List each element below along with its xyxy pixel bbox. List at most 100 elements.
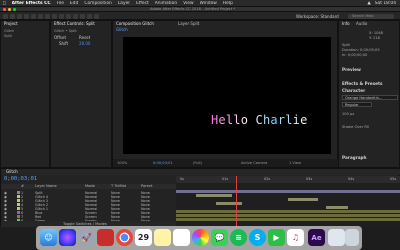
camera-select[interactable]: Active Camera	[241, 161, 267, 166]
layer-duration-bar[interactable]	[288, 198, 318, 201]
after-effects-icon[interactable]: Ae	[308, 229, 325, 246]
menu-edit[interactable]: Edit	[70, 1, 79, 6]
canvas-text: Hello Charlie	[211, 113, 308, 127]
font-family-select[interactable]: Orange Handwritin...	[342, 95, 398, 100]
menu-bar:  After Effects CC File Edit Composition…	[0, 0, 400, 7]
canvas-text-glyphs: Hello Charlie	[211, 113, 308, 127]
close-window-button[interactable]	[3, 8, 6, 11]
menu-app-name[interactable]: After Effects CC	[12, 1, 51, 6]
reminders-icon[interactable]	[173, 229, 190, 246]
selection-tool-icon[interactable]	[10, 13, 15, 19]
font-size-field[interactable]: 100 px	[342, 112, 354, 116]
layer-duration-bar[interactable]	[176, 210, 400, 213]
project-item-split[interactable]: Split	[4, 34, 12, 39]
time-ruler[interactable]: 0s 01s 02s 03s 04s 05s	[176, 176, 400, 183]
playhead[interactable]	[236, 176, 237, 227]
tab-timeline-glitch[interactable]: Glitch	[3, 169, 21, 175]
skype-icon[interactable]: S	[249, 229, 266, 246]
apple-icon[interactable]: 	[3, 1, 6, 6]
zoom-level[interactable]: 100%	[117, 161, 127, 166]
composition-panel: Composition Glitch Layer Split Glitch He…	[112, 20, 339, 168]
layer-duration-bar[interactable]	[176, 218, 400, 221]
layer-duration-bar[interactable]	[196, 194, 232, 197]
calendar-icon[interactable]: 29	[135, 229, 152, 246]
dock: ☺ 🚀 29 💬 ≡ S ▶ ♫ Ae	[36, 226, 362, 250]
puppet-tool-icon[interactable]	[94, 13, 99, 19]
effect-shift-value[interactable]: 28.00	[79, 41, 90, 46]
effect-offset-name[interactable]: Offset	[54, 35, 66, 40]
brush-tool-icon[interactable]	[73, 13, 78, 19]
comp-timecode[interactable]: 0;00;03;01	[153, 161, 173, 166]
layer-duration-bar[interactable]	[216, 202, 242, 205]
siri-icon[interactable]	[59, 229, 76, 246]
hand-tool-icon[interactable]	[17, 13, 22, 19]
layer-column-header: # Layer Name Mode T TrkMat Parent	[1, 184, 176, 189]
clock-text[interactable]: Sat 18:04	[375, 1, 396, 6]
notes-icon[interactable]	[154, 229, 171, 246]
pen-tool-icon[interactable]	[59, 13, 64, 19]
menu-window[interactable]: Window	[200, 1, 217, 6]
clone-tool-icon[interactable]	[80, 13, 85, 19]
col-layer-name[interactable]: Layer Name	[35, 184, 57, 189]
chrome-icon[interactable]	[116, 229, 133, 246]
workspace-selector[interactable]: Workspace: Standard	[296, 14, 339, 19]
resolution-select[interactable]: (Full)	[193, 161, 202, 166]
effects-presets-title[interactable]: Effects & Presets	[342, 81, 382, 86]
layer-duration-bar[interactable]	[176, 214, 400, 217]
camera-tool-icon[interactable]	[38, 13, 43, 19]
ae-label: Ae	[311, 233, 322, 242]
finder-icon[interactable]: ☺	[40, 229, 57, 246]
pan-behind-tool-icon[interactable]	[45, 13, 50, 19]
menu-view[interactable]: View	[183, 1, 193, 6]
effect-reset-button[interactable]: Reset	[79, 35, 90, 40]
timeline-timecode[interactable]: 0;00;03;01	[4, 176, 37, 182]
preview-icon[interactable]	[328, 229, 345, 246]
layer-duration-bar[interactable]	[326, 206, 348, 209]
info-x: X: 1048	[369, 31, 383, 35]
paragraph-panel-title[interactable]: Paragraph	[342, 155, 367, 160]
layer-duration-bar[interactable]	[176, 190, 400, 193]
shape-tool-icon[interactable]	[52, 13, 57, 19]
tab-project[interactable]: Project	[1, 21, 21, 27]
ruler-tick-label: 01s	[222, 177, 229, 181]
tab-layer[interactable]: Layer Split	[175, 21, 202, 27]
photos-icon[interactable]	[192, 229, 209, 246]
wifi-icon[interactable]: ▲	[367, 1, 370, 6]
comp-breadcrumb[interactable]: Glitch	[113, 27, 131, 33]
zoom-window-button[interactable]	[13, 8, 16, 11]
menu-animation[interactable]: Animation	[155, 1, 177, 6]
itunes-icon[interactable]: ♫	[287, 229, 304, 246]
font-style-select[interactable]: Regular	[342, 102, 372, 107]
menu-layer[interactable]: Layer	[118, 1, 130, 6]
zoom-tool-icon[interactable]	[24, 13, 29, 19]
rotate-tool-icon[interactable]	[31, 13, 36, 19]
timeline-track-area[interactable]: 0s 01s 02s 03s 04s 05s	[176, 176, 400, 227]
launchpad-icon[interactable]: 🚀	[78, 229, 95, 246]
timeline-tab-bar: Glitch	[1, 169, 400, 175]
trash-icon[interactable]	[345, 229, 359, 246]
stroke-mode-select[interactable]: Stroke Over Fill	[342, 125, 369, 129]
character-panel-title[interactable]: Character	[342, 88, 365, 93]
minimize-window-button[interactable]	[8, 8, 11, 11]
tab-effect-controls[interactable]: Effect Controls: Split	[51, 21, 98, 27]
info-duration: Duration: 0;00;05;05	[342, 48, 380, 52]
search-help-input[interactable]: Search Help	[348, 13, 394, 19]
facetime-icon[interactable]: ▶	[268, 229, 285, 246]
menu-help[interactable]: Help	[223, 1, 233, 6]
menu-effect[interactable]: Effect	[136, 1, 149, 6]
type-tool-icon[interactable]	[66, 13, 71, 19]
tab-info[interactable]: Info	[339, 21, 353, 27]
eraser-tool-icon[interactable]	[87, 13, 92, 19]
menu-composition[interactable]: Composition	[84, 1, 111, 6]
composition-canvas[interactable]: Hello Charlie	[123, 37, 331, 154]
messages-icon[interactable]: 💬	[211, 229, 228, 246]
spotify-icon[interactable]: ≡	[230, 229, 247, 246]
menu-file[interactable]: File	[57, 1, 64, 6]
composition-footer-bar: 100% 0;00;03;01 (Full) Active Camera 1 V…	[113, 159, 339, 167]
preview-panel-title[interactable]: Preview	[342, 67, 361, 72]
tab-audio[interactable]: Audio	[353, 21, 370, 27]
views-select[interactable]: 1 View	[289, 161, 301, 166]
photo-booth-icon[interactable]	[97, 229, 114, 246]
calendar-day: 29	[137, 233, 150, 242]
home-tool-icon[interactable]	[3, 13, 8, 19]
